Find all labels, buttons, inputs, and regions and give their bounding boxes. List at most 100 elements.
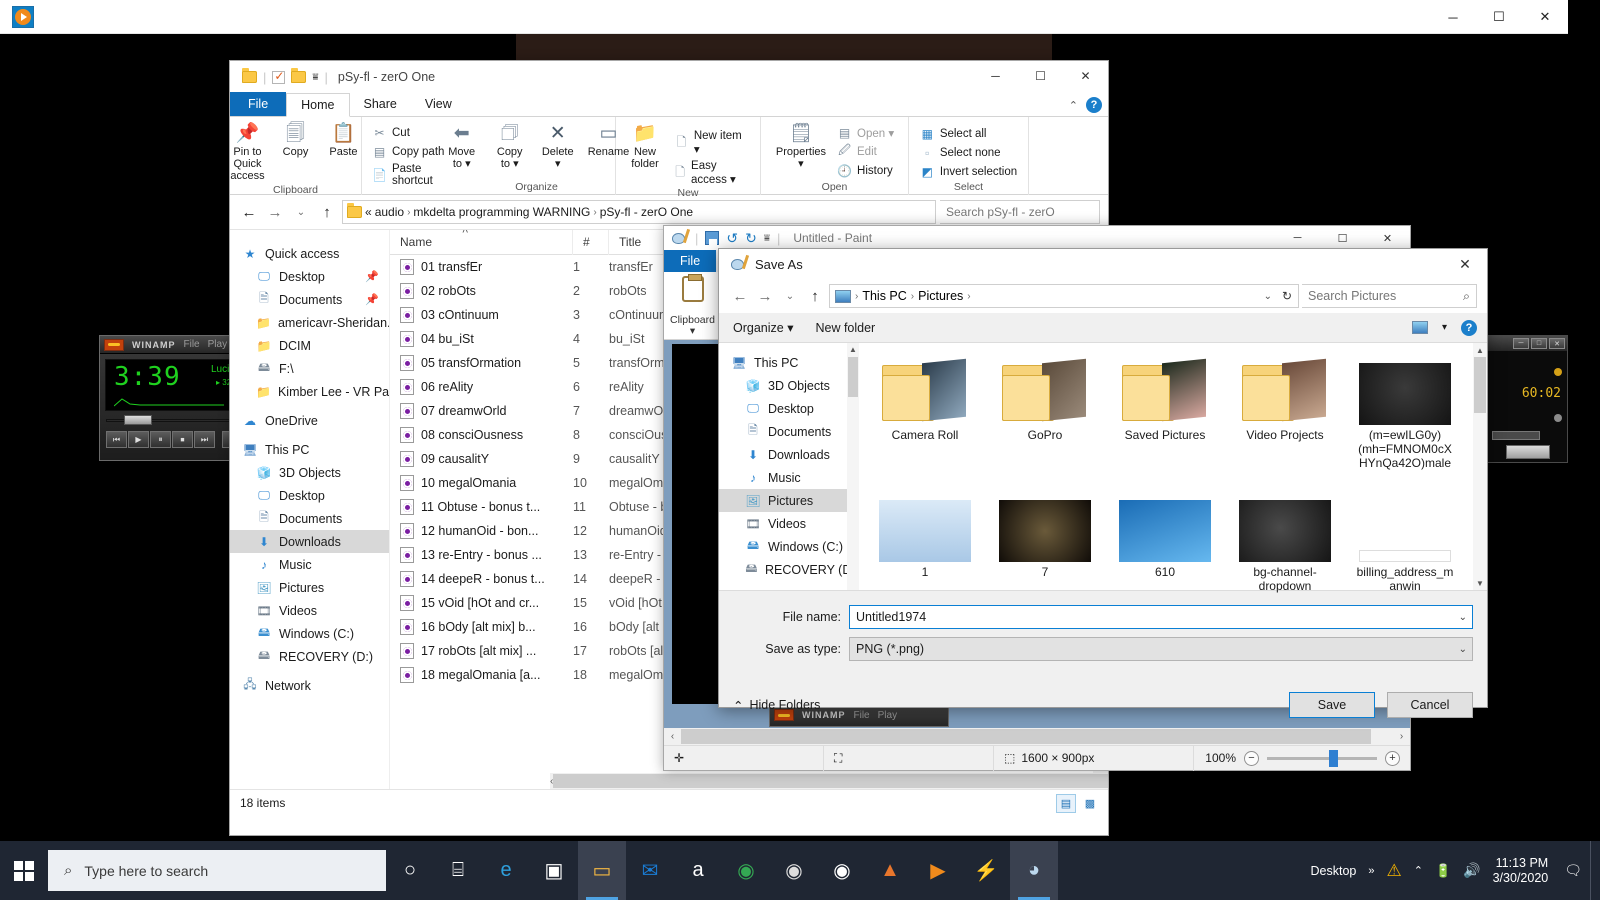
winamp-pause-icon[interactable]: ⏸ [150, 431, 171, 448]
microsoft-store-icon[interactable]: ▣ [530, 841, 578, 900]
file-explorer-icon[interactable]: ▭ [578, 841, 626, 900]
properties-button[interactable]: 🗒 Properties ▾ [771, 121, 831, 172]
select-all-button[interactable]: ▦ Select all [916, 125, 1021, 142]
notification-icon[interactable]: 🗨 [1564, 862, 1582, 879]
navigation-pane[interactable]: ★ Quick access 🖵 Desktop 📌 🗎 Documents 📌 📁 americ… [230, 230, 390, 789]
copy-button[interactable]: 🗐 Copy [273, 121, 319, 160]
new-folder-button[interactable]: 📁 New folder [622, 121, 668, 172]
chevron-down-icon[interactable]: ⩸ [312, 72, 318, 83]
save-nav-item-videos[interactable]: 🎞 Videos [719, 512, 859, 535]
volume-icon[interactable]: 🔊 [1463, 862, 1480, 879]
winamp-previous-icon[interactable]: ⏮ [106, 431, 127, 448]
winamp-playlist-window[interactable]: ─ □ ✕ 60:02 [1487, 335, 1568, 463]
breadcrumb-item-pictures[interactable]: Pictures [918, 289, 963, 303]
breadcrumb-item-this-pc[interactable]: This PC [862, 289, 906, 303]
quick-access-toolbar[interactable]: | ⩸ | [230, 68, 328, 85]
tripadvisor-icon[interactable]: ◉ [722, 841, 770, 900]
save-nav-item-music[interactable]: ♪ Music [719, 466, 859, 489]
file-grid-item[interactable]: billing_address_manwin [1355, 490, 1455, 593]
maximize-button[interactable]: ☐ [1476, 0, 1522, 34]
open-button[interactable]: ▤ Open ▾ [833, 124, 898, 141]
save-button[interactable]: Save [1289, 692, 1375, 718]
chevron-down-icon[interactable]: ⩸ [764, 233, 770, 244]
save-as-grid-scrollbar[interactable]: ▲ ▼ [1473, 343, 1487, 590]
breadcrumb-item-mkdelta[interactable]: mkdelta programming WARNING [413, 205, 590, 219]
winamp-play-icon[interactable]: ▶ [128, 431, 149, 448]
file-grid-item[interactable]: 7 [995, 490, 1095, 593]
scroll-up-icon[interactable]: ▲ [847, 343, 859, 355]
movies-tv-icon[interactable]: ▶ [914, 841, 962, 900]
taskbar[interactable]: ⌕ Type here to search ○ ⌸ e ▣ ▭ ✉ a ◉ ◉ ◉ ▲ ▶ ⚡ ◕ Des… [0, 841, 1600, 900]
system-tray[interactable]: Desktop » ⚠ ⌃ 🔋 🔊 11:13 PM 3/30/2020 🗨 [1311, 856, 1590, 886]
playlist-minimize-button[interactable]: ─ [1513, 338, 1529, 349]
close-button[interactable]: ✕ [1443, 249, 1487, 279]
task-view-icon[interactable]: ⌸ [434, 841, 482, 900]
sidebar-item-onedrive[interactable]: ☁ OneDrive [230, 409, 389, 432]
breadcrumb-item-current[interactable]: pSy-fl - zerO One [600, 205, 693, 219]
edit-button[interactable]: 🖉 Edit [833, 143, 898, 160]
properties-check-icon[interactable] [272, 69, 286, 84]
save-as-navigation-pane[interactable]: 🖥 This PC 🧊 3D Objects 🖵 Desktop 🗎 Documents ⬇ Do… [719, 343, 859, 590]
save-as-toolbar[interactable]: Organize ▾ New folder ▾ ? [719, 313, 1487, 343]
save-icon[interactable] [705, 231, 720, 245]
forward-button[interactable]: → [264, 201, 286, 223]
tray-overflow-icon[interactable]: » [1368, 865, 1374, 877]
explorer-address-bar[interactable]: ← → ⌄ ↑ « audio › mkdelta programming WA… [230, 195, 1108, 229]
sidebar-item-documents[interactable]: 🗎 Documents [230, 507, 389, 530]
save-as-address-bar[interactable]: ← → ⌄ ↑ › This PC › Pictures › ⌄ ↻ Searc… [719, 279, 1487, 313]
tab-view[interactable]: View [411, 92, 466, 116]
clock[interactable]: 11:13 PM 3/30/2020 [1493, 856, 1553, 886]
zoom-control[interactable]: 100% − + [1205, 749, 1410, 767]
sidebar-item-desktop[interactable]: 🖵 Desktop 📌 [230, 265, 389, 288]
back-button[interactable]: ← [238, 201, 260, 223]
sidebar-item-recovery-d[interactable]: 🖴 RECOVERY (D:) [230, 645, 389, 668]
help-icon[interactable]: ? [1461, 319, 1477, 336]
save-nav-item-downloads[interactable]: ⬇ Downloads [719, 443, 859, 466]
winamp-stop-icon[interactable]: ⏹ [172, 431, 193, 448]
save-as-search-input[interactable]: Search Pictures ⌕ [1302, 284, 1477, 308]
winamp-menu-file[interactable]: File [184, 339, 200, 350]
edge-icon[interactable]: e [482, 841, 530, 900]
playlist-close-button[interactable]: ✕ [1549, 338, 1565, 349]
start-button[interactable] [0, 841, 48, 900]
sidebar-item-kimber-lee-vr-pac[interactable]: 📁 Kimber Lee - VR Pac [230, 380, 389, 403]
cancel-button[interactable]: Cancel [1387, 692, 1473, 718]
save-type-select[interactable]: PNG (*.png) ⌄ [849, 637, 1473, 661]
save-nav-item-3d-objects[interactable]: 🧊 3D Objects [719, 374, 859, 397]
save-nav-item-desktop[interactable]: 🖵 Desktop [719, 397, 859, 420]
redo-icon[interactable]: ↻ [745, 230, 757, 247]
winamp-playlist-button[interactable] [1506, 445, 1550, 459]
move-to-button[interactable]: ⬅ Move to ▾ [439, 121, 485, 172]
file-name-input[interactable]: Untitled1974 ⌄ [849, 605, 1473, 629]
file-grid-item[interactable]: (m=ewILG0y)(mh=FMNOM0cXHYnQa42O)male [1355, 353, 1455, 470]
new-folder-button[interactable]: New folder [815, 321, 875, 335]
warning-triangle-icon[interactable]: ⚠ [1387, 861, 1402, 881]
paint-tab-file[interactable]: File [664, 250, 717, 272]
file-grid-item[interactable]: Video Projects [1235, 353, 1335, 470]
sidebar-item-americavr-sheridan[interactable]: 📁 americavr-Sheridan. [230, 311, 389, 334]
zoom-out-button[interactable]: − [1244, 750, 1259, 766]
maximize-button[interactable]: ☐ [1018, 61, 1063, 91]
zoom-slider[interactable] [1267, 749, 1377, 767]
mail-icon[interactable]: ✉ [626, 841, 674, 900]
minimize-button[interactable]: ─ [973, 61, 1018, 91]
sidebar-item-desktop[interactable]: 🖵 Desktop [230, 484, 389, 507]
save-nav-item-windows-c[interactable]: 🖴 Windows (C:) [719, 535, 859, 558]
new-folder-icon[interactable] [291, 68, 307, 83]
winamp-next-icon[interactable]: ⏭ [194, 431, 215, 448]
tab-share[interactable]: Share [350, 92, 411, 116]
media-player-titlebar[interactable]: ─ ☐ ✕ [0, 0, 1568, 34]
tab-home[interactable]: Home [286, 93, 350, 117]
view-layout-icon[interactable] [1411, 321, 1428, 334]
tab-file[interactable]: File [230, 92, 287, 116]
save-as-file-grid[interactable]: Camera Roll GoPro Saved Pictures Video Proj… [859, 343, 1487, 593]
sidebar-item-downloads[interactable]: ⬇ Downloads [230, 530, 389, 553]
paint-icon[interactable]: ◕ [1010, 841, 1058, 900]
view-dropdown-icon[interactable]: ▾ [1442, 322, 1447, 333]
paint-titlebar[interactable]: | ↺ ↻ ⩸ | Untitled - Paint ─ ☐ ✕ [664, 226, 1410, 250]
file-grid-item[interactable]: 610 [1115, 490, 1215, 593]
pin-icon[interactable]: 📌 [365, 293, 379, 306]
scroll-down-icon[interactable]: ▼ [1473, 576, 1487, 590]
delete-button[interactable]: ✕ Delete ▾ [535, 121, 581, 172]
recent-locations-button[interactable]: ⌄ [290, 201, 312, 223]
